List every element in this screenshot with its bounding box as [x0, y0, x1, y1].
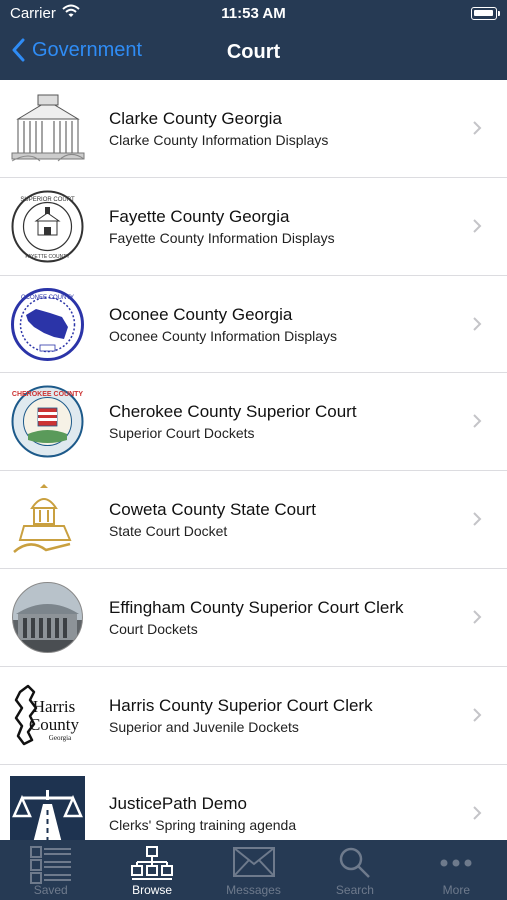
svg-text:County: County: [29, 715, 80, 734]
chevron-right-icon: [473, 512, 482, 526]
courthouse-dome-icon: [13, 484, 72, 554]
tab-label: Messages: [226, 883, 281, 897]
item-subtitle: Court Dockets: [109, 620, 198, 637]
superior-court-seal-icon: SUPERIOR COURT FAYETTE COUNTY: [11, 190, 84, 263]
navigation-bar: Government Court: [0, 34, 507, 72]
battery-icon: [471, 7, 500, 20]
item-subtitle: Oconee County Information Displays: [109, 327, 337, 344]
item-title: Clarke County Georgia: [109, 109, 282, 128]
tab-more[interactable]: More: [406, 840, 507, 900]
list-item-coweta[interactable]: Coweta County State Court State Court Do…: [0, 471, 507, 569]
chevron-right-icon: [473, 219, 482, 233]
oconee-county-seal-icon: OCONEE COUNTY: [11, 287, 84, 361]
item-title: Harris County Superior Court Clerk: [109, 695, 373, 715]
tab-label: Saved: [33, 883, 68, 897]
tab-label: Search: [335, 883, 374, 897]
item-title: Cherokee County Superior Court: [109, 402, 357, 422]
item-title: JusticePath Demo: [109, 793, 247, 813]
list-item-justicepath[interactable]: JusticePath Demo Clerks' Spring training…: [0, 765, 507, 840]
tab-messages[interactable]: Messages: [203, 840, 304, 900]
list-item-oconee[interactable]: OCONEE COUNTY Oconee County Georgia Ocon…: [0, 276, 507, 374]
magnifier-icon: [339, 847, 370, 878]
item-subtitle: Superior Court Dockets: [109, 425, 255, 442]
tab-bar: Saved Browse Messages Search More: [0, 840, 507, 900]
item-title: Coweta County State Court: [109, 500, 316, 520]
svg-text:Harris: Harris: [33, 697, 75, 716]
page-title: Court: [226, 41, 281, 63]
svg-text:Georgia: Georgia: [49, 734, 72, 742]
chevron-right-icon: [473, 121, 482, 135]
cherokee-county-seal-icon: CHEROKEE COUNTY: [11, 385, 84, 458]
effingham-courthouse-photo-icon: [12, 581, 83, 653]
item-title: Fayette County Georgia: [109, 206, 290, 226]
item-title: Effingham County Superior Court Clerk: [109, 597, 404, 617]
item-title: Oconee County Georgia: [109, 304, 293, 324]
justicepath-scales-icon: [10, 775, 85, 840]
header: Carrier 11:53 AM Government Court: [0, 0, 507, 80]
svg-text:OCONEE COUNTY: OCONEE COUNTY: [21, 295, 74, 301]
svg-text:FAYETTE COUNTY: FAYETTE COUNTY: [25, 254, 70, 260]
tab-search[interactable]: Search: [304, 840, 405, 900]
svg-text:CHEROKEE COUNTY: CHEROKEE COUNTY: [12, 391, 84, 398]
chevron-right-icon: [473, 805, 482, 820]
chevron-right-icon: [473, 414, 482, 429]
item-subtitle: Clerks' Spring training agenda: [109, 816, 297, 833]
item-subtitle: Fayette County Information Displays: [109, 229, 335, 246]
envelope-icon: [232, 847, 275, 877]
ellipsis-icon: [440, 859, 472, 867]
list-item-fayette[interactable]: SUPERIOR COURT FAYETTE COUNTY Fayette Co…: [0, 178, 507, 276]
list-item-clarke[interactable]: Clarke County Georgia Clarke County Info…: [0, 80, 507, 178]
tab-label: More: [442, 883, 470, 897]
svg-text:SUPERIOR COURT: SUPERIOR COURT: [20, 197, 75, 203]
status-time: 11:53 AM: [221, 5, 286, 22]
item-subtitle: Clarke County Information Displays: [109, 132, 329, 148]
tab-saved[interactable]: Saved: [0, 840, 101, 900]
status-bar: Carrier 11:53 AM: [0, 0, 507, 28]
chevron-right-icon: [473, 610, 482, 624]
item-subtitle: Superior and Juvenile Dockets: [109, 718, 299, 735]
list-item-effingham[interactable]: Effingham County Superior Court Clerk Co…: [0, 569, 507, 667]
saved-list-icon: [29, 846, 71, 884]
courthouse-sketch-icon: [11, 94, 85, 162]
chevron-right-icon: [473, 708, 482, 722]
browse-hierarchy-icon: [131, 846, 174, 880]
chevron-right-icon: [473, 316, 482, 331]
tab-browse[interactable]: Browse: [101, 840, 202, 900]
court-list: Clarke County Georgia Clarke County Info…: [0, 80, 507, 840]
tab-label: Browse: [132, 883, 173, 897]
harris-county-logo-icon: Harris County Georgia: [14, 684, 80, 746]
list-item-cherokee[interactable]: CHEROKEE COUNTY Cherokee County Superior…: [0, 373, 507, 472]
list-item-harris[interactable]: Harris County Georgia Harris County Supe…: [0, 667, 507, 765]
item-subtitle: State Court Docket: [109, 523, 228, 540]
